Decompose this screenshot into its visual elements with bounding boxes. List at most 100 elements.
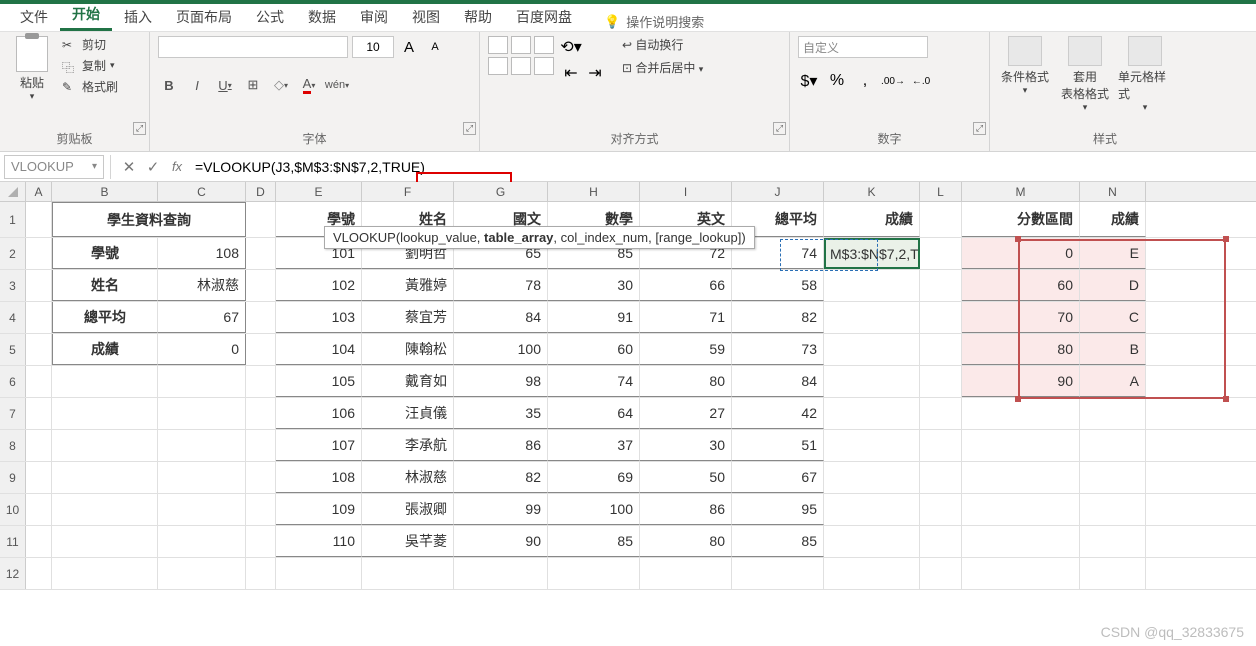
cell[interactable] xyxy=(158,494,246,525)
cell[interactable] xyxy=(52,526,158,557)
cell[interactable] xyxy=(52,462,158,493)
cell[interactable] xyxy=(1080,558,1146,589)
cell[interactable] xyxy=(26,494,52,525)
cell[interactable] xyxy=(920,366,962,397)
header-ograde[interactable]: 成績 xyxy=(1080,202,1146,237)
cell[interactable] xyxy=(824,366,920,397)
query-value[interactable]: 67 xyxy=(158,302,246,333)
format-as-table-button[interactable]: 套用 表格格式▾ xyxy=(1058,36,1112,113)
query-value[interactable]: 0 xyxy=(158,334,246,365)
cell[interactable] xyxy=(732,558,824,589)
cell[interactable] xyxy=(158,366,246,397)
increase-font-button[interactable]: A xyxy=(398,36,420,58)
cell[interactable] xyxy=(52,558,158,589)
student-avg[interactable]: 67 xyxy=(732,462,824,493)
cell[interactable] xyxy=(26,430,52,461)
row-header[interactable]: 11 xyxy=(0,526,26,557)
row-header[interactable]: 7 xyxy=(0,398,26,429)
student-id[interactable]: 108 xyxy=(276,462,362,493)
student-avg[interactable]: 84 xyxy=(732,366,824,397)
grade-letter[interactable]: A xyxy=(1080,366,1146,397)
cell[interactable] xyxy=(920,462,962,493)
tab-baidu[interactable]: 百度网盘 xyxy=(504,3,584,31)
cell[interactable]: 66 xyxy=(640,270,732,301)
cell[interactable] xyxy=(454,558,548,589)
cell[interactable] xyxy=(26,334,52,365)
student-avg[interactable]: 42 xyxy=(732,398,824,429)
decrease-font-button[interactable]: A xyxy=(424,36,446,58)
col-header-E[interactable]: E xyxy=(276,182,362,201)
row-header[interactable]: 5 xyxy=(0,334,26,365)
cell[interactable] xyxy=(824,302,920,333)
student-name[interactable]: 李承航 xyxy=(362,430,454,461)
cell[interactable] xyxy=(246,398,276,429)
cell[interactable] xyxy=(962,430,1080,461)
student-id[interactable]: 107 xyxy=(276,430,362,461)
col-header-A[interactable]: A xyxy=(26,182,52,201)
select-all-triangle[interactable] xyxy=(0,182,26,201)
font-size-select[interactable] xyxy=(352,36,394,58)
tab-layout[interactable]: 页面布局 xyxy=(164,3,244,31)
cell[interactable] xyxy=(52,430,158,461)
row-header[interactable]: 2 xyxy=(0,238,26,269)
increase-decimal-button[interactable]: .00→ xyxy=(882,70,904,92)
cell[interactable] xyxy=(246,334,276,365)
query-value[interactable]: 108 xyxy=(158,238,246,269)
cell[interactable]: 100 xyxy=(548,494,640,525)
col-header-G[interactable]: G xyxy=(454,182,548,201)
cell[interactable] xyxy=(158,558,246,589)
tab-file[interactable]: 文件 xyxy=(8,3,60,31)
format-painter-button[interactable]: ✎格式刷 xyxy=(62,78,118,95)
cell[interactable] xyxy=(962,398,1080,429)
cell[interactable]: 85 xyxy=(548,526,640,557)
cell[interactable] xyxy=(246,238,276,269)
cell[interactable] xyxy=(548,558,640,589)
cell[interactable] xyxy=(1080,526,1146,557)
student-id[interactable]: 103 xyxy=(276,302,362,333)
tab-help[interactable]: 帮助 xyxy=(452,3,504,31)
cell[interactable] xyxy=(1080,462,1146,493)
cell[interactable]: 78 xyxy=(454,270,548,301)
cell[interactable] xyxy=(824,462,920,493)
cell[interactable] xyxy=(26,366,52,397)
row-header[interactable]: 10 xyxy=(0,494,26,525)
cell[interactable] xyxy=(26,238,52,269)
grade-score[interactable]: 60 xyxy=(962,270,1080,301)
cell[interactable]: 80 xyxy=(640,526,732,557)
row-header[interactable]: 6 xyxy=(0,366,26,397)
increase-indent-button[interactable]: ⇥ xyxy=(584,62,606,84)
grade-score[interactable]: 70 xyxy=(962,302,1080,333)
cell[interactable]: 86 xyxy=(640,494,732,525)
cell[interactable] xyxy=(824,558,920,589)
student-avg[interactable]: 85 xyxy=(732,526,824,557)
cell[interactable]: 91 xyxy=(548,302,640,333)
tab-view[interactable]: 视图 xyxy=(400,3,452,31)
col-header-J[interactable]: J xyxy=(732,182,824,201)
cell[interactable]: 27 xyxy=(640,398,732,429)
clipboard-launcher[interactable]: ⤢ xyxy=(133,122,146,135)
cell[interactable] xyxy=(962,526,1080,557)
student-avg[interactable]: 51 xyxy=(732,430,824,461)
cell[interactable] xyxy=(920,302,962,333)
accept-formula-button[interactable]: ✓ xyxy=(141,155,165,179)
cell[interactable]: 59 xyxy=(640,334,732,365)
row-header[interactable]: 4 xyxy=(0,302,26,333)
grade-score[interactable]: 90 xyxy=(962,366,1080,397)
cell[interactable] xyxy=(158,526,246,557)
col-header-M[interactable]: M xyxy=(962,182,1080,201)
cell[interactable] xyxy=(52,366,158,397)
col-header-B[interactable]: B xyxy=(52,182,158,201)
merge-center-button[interactable]: ⊡ 合并后居中 ▾ xyxy=(622,59,703,76)
student-name[interactable]: 張淑卿 xyxy=(362,494,454,525)
cell[interactable]: 80 xyxy=(640,366,732,397)
cut-button[interactable]: ✂剪切 xyxy=(62,36,118,53)
cell[interactable] xyxy=(246,430,276,461)
student-name[interactable]: 陳翰松 xyxy=(362,334,454,365)
cell[interactable] xyxy=(26,398,52,429)
cell[interactable]: 90 xyxy=(454,526,548,557)
bold-button[interactable]: B xyxy=(158,74,180,96)
query-title[interactable]: 學生資料查詢 xyxy=(52,202,246,237)
row-header[interactable]: 12 xyxy=(0,558,26,589)
cell[interactable]: 69 xyxy=(548,462,640,493)
cell[interactable] xyxy=(920,430,962,461)
